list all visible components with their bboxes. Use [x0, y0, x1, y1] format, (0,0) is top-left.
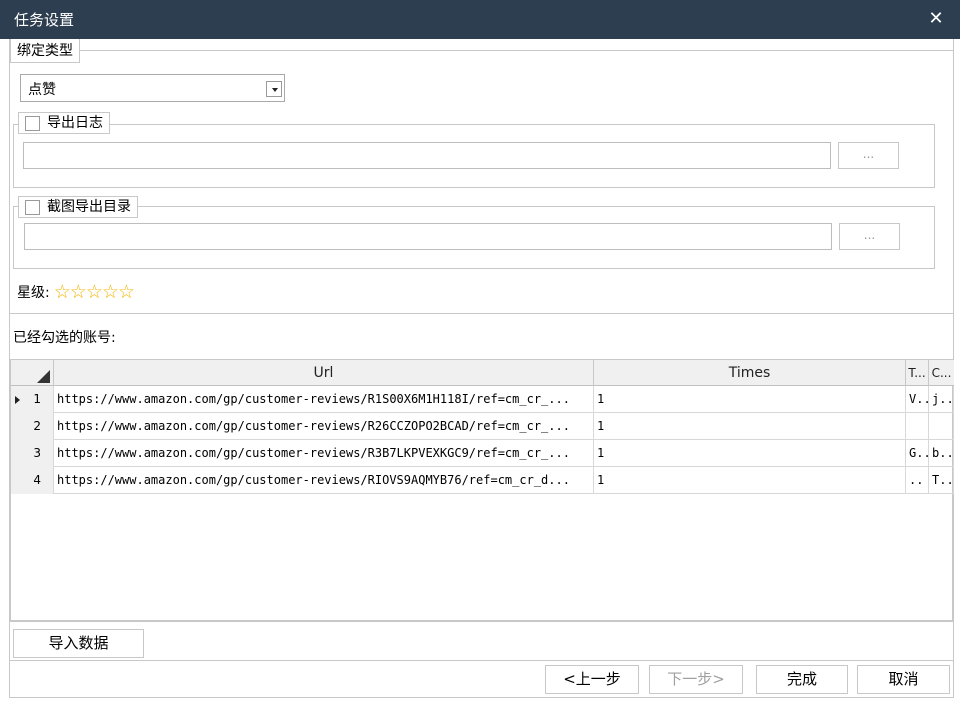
cell-url[interactable]: https://www.amazon.com/gp/customer-revie… — [54, 467, 594, 494]
star-icon[interactable]: ☆ — [102, 281, 119, 303]
window-title: 任务设置 — [14, 11, 75, 29]
cell-url[interactable]: https://www.amazon.com/gp/customer-revie… — [54, 440, 594, 467]
cell-t[interactable]: G... — [906, 440, 929, 467]
star-icon[interactable]: ☆ — [54, 281, 71, 303]
export-log-checkbox[interactable] — [25, 115, 40, 131]
cell-times[interactable]: 1 — [594, 467, 906, 494]
column-header-url[interactable]: Url — [54, 360, 594, 386]
screenshot-dir-checkbox[interactable] — [25, 199, 40, 215]
cell-times[interactable]: 1 — [594, 440, 906, 467]
table-row[interactable]: 1 https://www.amazon.com/gp/customer-revi… — [11, 386, 954, 413]
cell-c[interactable] — [929, 413, 954, 440]
rating-stars[interactable]: ☆☆☆☆☆ — [54, 281, 135, 303]
column-header-c[interactable]: C... — [929, 360, 954, 386]
column-header-t[interactable]: T... — [906, 360, 929, 386]
export-log-browse-button[interactable]: ... — [838, 142, 899, 169]
screenshot-dir-legend[interactable]: 截图导出目录 — [18, 196, 138, 218]
prev-step-button[interactable]: <上一步 — [545, 665, 639, 694]
row-number[interactable]: 1 — [11, 386, 54, 413]
table-row[interactable]: 4 https://www.amazon.com/gp/customer-revi… — [11, 467, 954, 494]
row-number[interactable]: 3 — [11, 440, 54, 467]
cell-t[interactable] — [906, 413, 929, 440]
rating-label: 星级: — [17, 285, 50, 301]
bind-type-label: 绑定类型 — [17, 42, 73, 59]
cell-t[interactable]: V... — [906, 386, 929, 413]
cell-url[interactable]: https://www.amazon.com/gp/customer-revie… — [54, 386, 594, 413]
screenshot-dir-path-input[interactable] — [24, 223, 832, 250]
export-log-legend[interactable]: 导出日志 — [18, 112, 110, 134]
row-number[interactable]: 4 — [11, 467, 54, 494]
star-icon[interactable]: ☆ — [86, 281, 103, 303]
import-data-button[interactable]: 导入数据 — [13, 629, 144, 658]
divider — [10, 621, 953, 622]
export-log-label: 导出日志 — [47, 115, 103, 131]
next-step-button: 下一步> — [649, 665, 743, 694]
accounts-grid[interactable]: Url Times T... C... 1 https://www.amazon.… — [10, 359, 954, 621]
grid-header: Url Times T... C... — [11, 360, 954, 386]
cell-url[interactable]: https://www.amazon.com/gp/customer-revie… — [54, 413, 594, 440]
current-row-pointer-icon — [15, 396, 20, 404]
selected-accounts-label: 已经勾选的账号: — [13, 330, 116, 346]
chevron-down-icon[interactable] — [266, 81, 282, 97]
screenshot-dir-browse-button[interactable]: ... — [839, 223, 900, 250]
finish-button[interactable]: 完成 — [756, 665, 848, 694]
column-header-times[interactable]: Times — [594, 360, 906, 386]
cell-c[interactable]: j... — [929, 386, 954, 413]
bind-type-value: 点赞 — [28, 82, 56, 98]
divider — [10, 313, 953, 314]
star-icon[interactable]: ☆ — [118, 281, 135, 303]
table-row[interactable]: 2 https://www.amazon.com/gp/customer-revi… — [11, 413, 954, 440]
table-row[interactable]: 3 https://www.amazon.com/gp/customer-revi… — [11, 440, 954, 467]
cell-times[interactable]: 1 — [594, 386, 906, 413]
grid-corner-select-all[interactable] — [11, 360, 54, 386]
star-icon[interactable]: ☆ — [70, 281, 87, 303]
close-icon[interactable]: ✕ — [926, 9, 946, 29]
export-log-path-input[interactable] — [23, 142, 831, 169]
title-bar: 任务设置 ✕ — [0, 0, 960, 39]
screenshot-dir-label: 截图导出目录 — [47, 199, 131, 215]
bind-type-legend: 绑定类型 — [10, 39, 80, 63]
cell-c[interactable]: T... — [929, 467, 954, 494]
cell-times[interactable]: 1 — [594, 413, 906, 440]
divider — [10, 660, 953, 661]
bind-type-select[interactable]: 点赞 — [20, 74, 285, 102]
cell-t[interactable]: .. — [906, 467, 929, 494]
cancel-button[interactable]: 取消 — [857, 665, 950, 694]
row-number[interactable]: 2 — [11, 413, 54, 440]
cell-c[interactable]: b... — [929, 440, 954, 467]
rating-row: 星级: ☆☆☆☆☆ — [17, 281, 135, 303]
